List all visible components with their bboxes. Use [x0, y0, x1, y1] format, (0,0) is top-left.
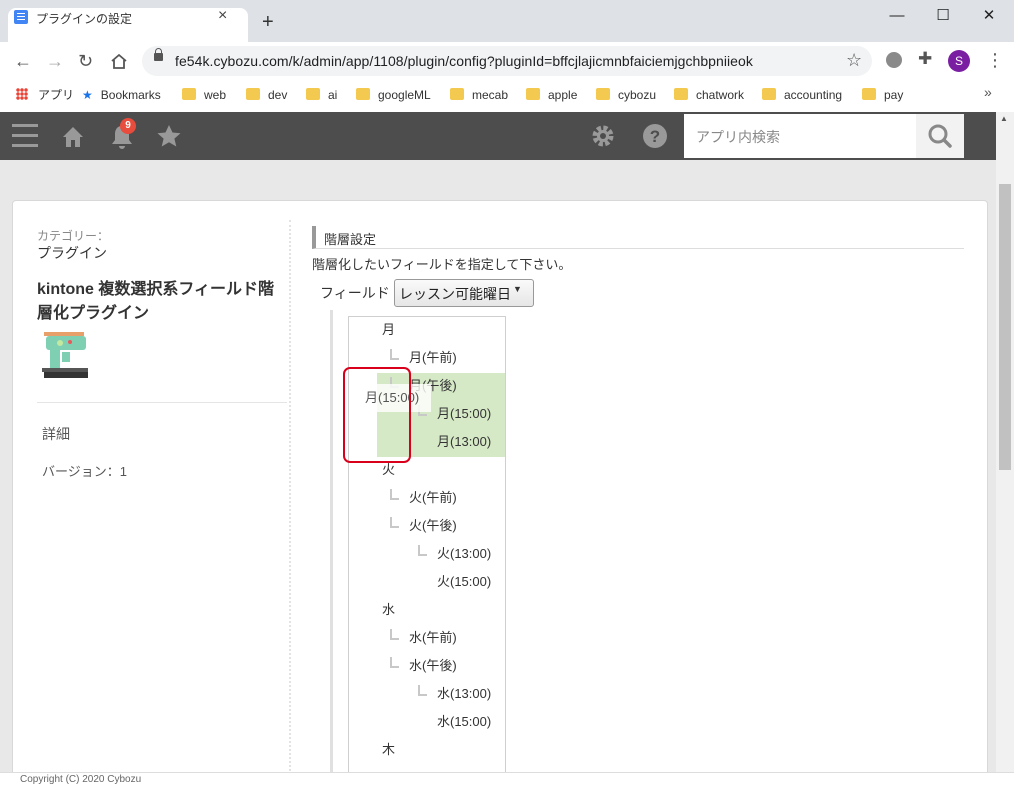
- tree-node[interactable]: 火(午後): [409, 512, 457, 540]
- sidebar-divider: [289, 220, 291, 775]
- new-tab-button[interactable]: +: [262, 12, 274, 32]
- bookmark-bookmarks[interactable]: ★ Bookmarks: [82, 86, 161, 104]
- bookmark-folder[interactable]: cybozu: [596, 86, 656, 104]
- star-icon: ★: [82, 88, 93, 102]
- tree-connector: [390, 349, 399, 360]
- window-close-button[interactable]: ✕: [966, 4, 1012, 28]
- tree-node[interactable]: 月(午前): [409, 344, 457, 372]
- copyright-text: Copyright (C) 2020 Cybozu: [20, 774, 142, 785]
- bookmark-folder[interactable]: dev: [246, 86, 287, 104]
- url-text[interactable]: fe54k.cybozu.com/k/admin/app/1108/plugin…: [175, 53, 753, 69]
- tree-node[interactable]: 水(午前): [409, 624, 457, 652]
- section-title-text: 階層設定: [324, 232, 377, 247]
- section-description: 階層化したいフィールドを指定して下さい。: [312, 257, 572, 272]
- category-value: プラグイン: [37, 245, 107, 261]
- tree-connector: [390, 657, 399, 668]
- bookmark-star-icon[interactable]: ☆: [846, 50, 862, 71]
- tree-node[interactable]: 水(午後): [409, 652, 457, 680]
- tree-node[interactable]: 月(15:00): [437, 400, 491, 428]
- annotation-highlight-box: [343, 367, 411, 463]
- notification-count-badge: 9: [120, 118, 136, 134]
- bookmark-folder[interactable]: chatwork: [674, 86, 744, 104]
- sidebar-separator: [37, 402, 287, 403]
- folder-icon: [306, 88, 320, 100]
- plugin-machine-icon: [42, 332, 90, 378]
- field-label: フィールド: [320, 285, 390, 301]
- field-select-value: レッスン可能曜日: [399, 286, 511, 302]
- folder-icon: [182, 88, 196, 100]
- home-icon[interactable]: [62, 126, 84, 148]
- bookmark-folder[interactable]: ai: [306, 86, 337, 104]
- extensions-puzzle-icon[interactable]: ✚: [918, 49, 932, 69]
- bookmark-folder[interactable]: pay: [862, 86, 903, 104]
- tab-title: プラグインの設定: [36, 12, 133, 26]
- search-button[interactable]: [916, 114, 964, 158]
- tree-node[interactable]: 木: [382, 736, 395, 764]
- field-select[interactable]: レッスン可能曜日 ▼: [394, 279, 534, 307]
- home-browser-icon[interactable]: [110, 53, 128, 72]
- reload-icon[interactable]: ↻: [78, 50, 93, 72]
- tree-node[interactable]: 月(13:00): [437, 428, 491, 456]
- extension-gear-icon[interactable]: [886, 52, 902, 68]
- kintone-tab-icon: [14, 10, 28, 24]
- section-title: 階層設定: [312, 226, 964, 249]
- bookmark-folder[interactable]: googleML: [356, 86, 431, 104]
- window-minimize-button[interactable]: —: [874, 4, 920, 28]
- settings-gear-icon[interactable]: [590, 123, 616, 152]
- version-text: バージョン：1: [42, 464, 127, 479]
- profile-avatar[interactable]: S: [948, 50, 970, 72]
- menu-icon[interactable]: [12, 124, 38, 127]
- bookmark-folder[interactable]: accounting: [762, 86, 842, 104]
- category-label: カテゴリー：: [37, 229, 110, 243]
- folder-icon: [526, 88, 540, 100]
- tab-close-icon[interactable]: ×: [218, 7, 227, 25]
- bookmark-apps[interactable]: アプリ: [16, 86, 74, 104]
- tree-node[interactable]: 水: [382, 596, 395, 624]
- tree-node[interactable]: 水(15:00): [437, 708, 491, 736]
- favorites-star-icon[interactable]: [156, 124, 182, 151]
- browser-menu-icon[interactable]: ⋮: [986, 50, 1004, 70]
- scroll-up-icon[interactable]: ▲: [1000, 114, 1008, 123]
- bookmarks-overflow-icon[interactable]: »: [984, 84, 992, 100]
- tree-guide-bar: [330, 310, 333, 775]
- tree-connector: [390, 517, 399, 528]
- folder-icon: [674, 88, 688, 100]
- footer: [0, 772, 1014, 788]
- detail-link[interactable]: 詳細: [42, 424, 70, 444]
- bookmark-folder[interactable]: apple: [526, 86, 577, 104]
- tree-connector: [390, 629, 399, 640]
- svg-text:?: ?: [650, 127, 660, 146]
- forward-icon[interactable]: →: [46, 50, 64, 72]
- lock-icon[interactable]: [154, 48, 163, 61]
- folder-icon: [762, 88, 776, 100]
- bookmark-folder[interactable]: web: [182, 86, 226, 104]
- tree-node[interactable]: 水(13:00): [437, 680, 491, 708]
- scrollbar-thumb[interactable]: [999, 184, 1011, 470]
- bookmark-folder[interactable]: mecab: [450, 86, 508, 104]
- folder-icon: [596, 88, 610, 100]
- plugin-name: kintone 複数選択系フィールド階層化プラグイン: [37, 281, 275, 322]
- folder-icon: [450, 88, 464, 100]
- apps-grid-icon: [16, 88, 28, 100]
- tree-connector: [418, 545, 427, 556]
- folder-icon: [862, 88, 876, 100]
- tree-node[interactable]: 火(午前): [409, 484, 457, 512]
- tree-node[interactable]: 月: [382, 316, 395, 344]
- folder-icon: [356, 88, 370, 100]
- tree-node[interactable]: 火(13:00): [437, 540, 491, 568]
- tree-connector: [418, 685, 427, 696]
- window-maximize-button[interactable]: ☐: [920, 4, 966, 28]
- tree-connector: [390, 489, 399, 500]
- dropdown-arrow-icon: ▼: [513, 284, 522, 294]
- tree-node[interactable]: 火(15:00): [437, 568, 491, 596]
- app-search-input[interactable]: [694, 118, 912, 156]
- folder-icon: [246, 88, 260, 100]
- help-icon[interactable]: ?: [642, 123, 668, 152]
- back-icon[interactable]: ←: [14, 50, 32, 72]
